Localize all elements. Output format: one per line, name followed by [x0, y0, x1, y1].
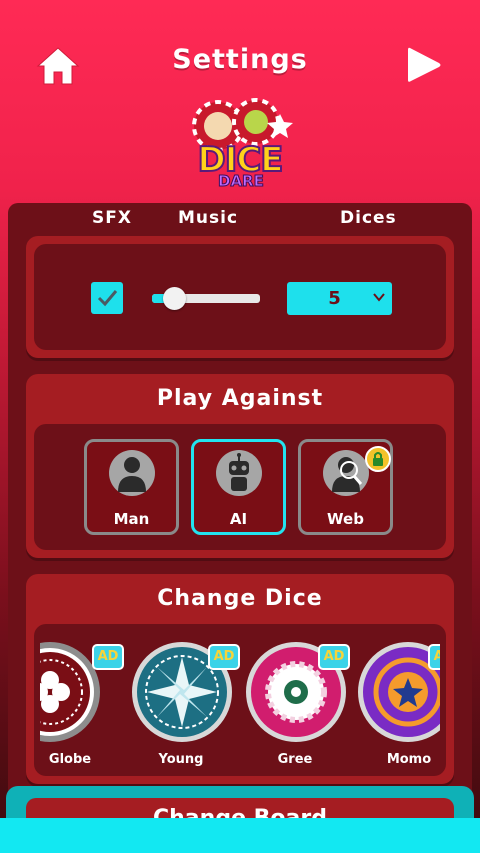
app-logo: DICE DARE	[180, 96, 300, 198]
dices-select[interactable]: 5	[287, 282, 392, 315]
web-player-icon	[323, 450, 369, 496]
logo-subtitle: DARE	[218, 172, 265, 191]
lock-icon	[365, 446, 391, 472]
man-avatar-icon	[109, 450, 155, 496]
globe-dice-icon	[40, 652, 90, 732]
ad-badge: AD	[318, 644, 350, 670]
dice-globe[interactable]	[40, 642, 100, 742]
opponent-ai-label: AI	[229, 510, 248, 528]
sfx-label: SFX	[92, 208, 132, 228]
opponent-man-label: Man	[113, 510, 150, 528]
robot-icon	[216, 450, 262, 496]
opponent-ai[interactable]: AI	[191, 439, 286, 535]
opponent-web-label: Web	[327, 510, 364, 528]
dice-carousel[interactable]: AD Globe AD Young AD Gree AD Momo	[40, 632, 440, 770]
dice-gree-label: Gree	[277, 752, 313, 767]
ad-badge: AD	[92, 644, 124, 670]
ad-badge: AD	[428, 644, 440, 670]
change-dice-title: Change Dice	[157, 586, 323, 611]
play-icon[interactable]	[402, 44, 444, 86]
music-label: Music	[178, 208, 239, 228]
check-icon	[97, 290, 118, 307]
opponent-man[interactable]: Man	[84, 439, 179, 535]
dice-momo-label: Momo	[386, 752, 432, 767]
sfx-checkbox[interactable]	[91, 282, 123, 314]
top-bar: Settings	[0, 0, 480, 100]
ad-badge: AD	[208, 644, 240, 670]
dice-young-label: Young	[158, 752, 204, 767]
music-slider-handle[interactable]	[163, 287, 186, 310]
dices-label: Dices	[340, 208, 397, 228]
dice-globe-label: Globe	[48, 752, 92, 767]
bottom-bar	[0, 818, 480, 853]
dices-select-value: 5	[328, 288, 341, 309]
chevron-down-icon	[373, 293, 385, 302]
play-against-title: Play Against	[156, 386, 324, 411]
